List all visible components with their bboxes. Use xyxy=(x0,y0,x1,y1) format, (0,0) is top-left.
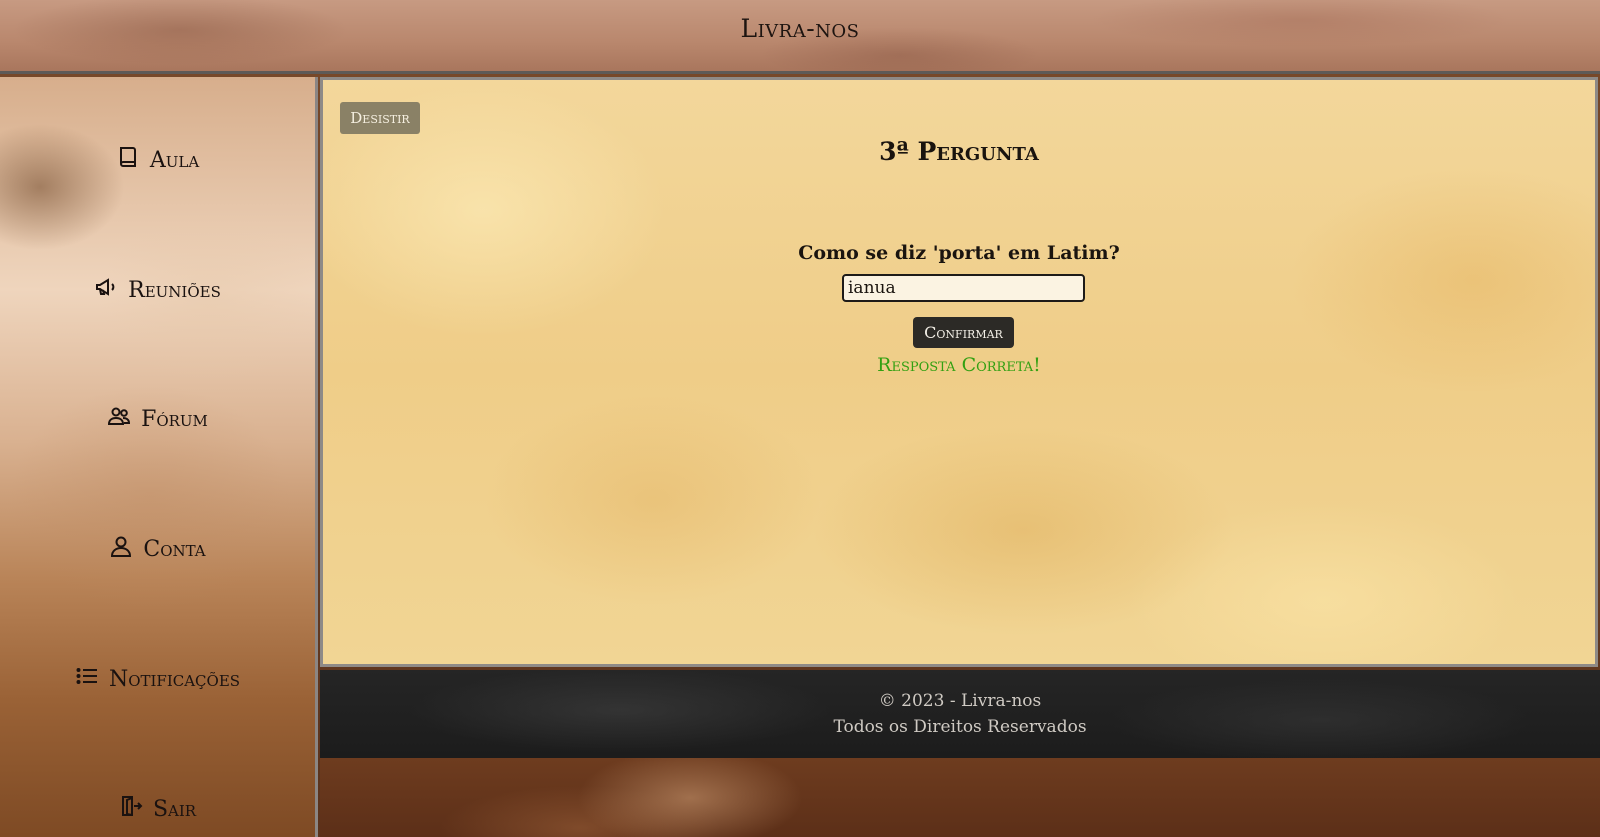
sidebar-item-notificacoes[interactable]: Notificações xyxy=(0,659,315,699)
sidebar-item-forum[interactable]: Fórum xyxy=(0,399,315,439)
quit-button[interactable]: Desistir xyxy=(340,102,420,134)
sidebar-item-conta[interactable]: Conta xyxy=(0,529,315,569)
sidebar-item-label: Fórum xyxy=(141,406,208,432)
sidebar-item-label: Aula xyxy=(149,147,200,173)
answer-input[interactable] xyxy=(842,274,1085,302)
sidebar-item-aula[interactable]: Aula xyxy=(0,140,315,180)
list-icon xyxy=(75,664,99,694)
exit-icon xyxy=(119,794,143,824)
sidebar-item-label: Sair xyxy=(152,796,197,822)
sidebar-item-label: Notificações xyxy=(108,666,241,692)
rights-text: Todos os Direitos Reservados xyxy=(833,717,1087,737)
question-heading: 3ª Pergunta xyxy=(879,137,1039,166)
user-icon xyxy=(109,534,133,564)
site-title: Livra-nos xyxy=(740,14,860,43)
background-strip xyxy=(320,758,1600,837)
sidebar-item-label: Conta xyxy=(143,536,206,562)
book-icon xyxy=(116,145,140,175)
users-icon xyxy=(107,404,131,434)
megaphone-icon xyxy=(94,275,118,305)
question-text: Como se diz 'porta' em Latim? xyxy=(798,242,1120,264)
result-message: Resposta Correta! xyxy=(877,354,1041,376)
confirm-button[interactable]: Confirmar xyxy=(913,317,1014,348)
footer: © 2023 - Livra-nos Todos os Direitos Res… xyxy=(320,670,1600,758)
sidebar-item-reunioes[interactable]: Reuniões xyxy=(0,270,315,310)
header: Livra-nos xyxy=(0,0,1600,74)
copyright-text: © 2023 - Livra-nos xyxy=(878,691,1042,711)
sidebar-item-sair[interactable]: Sair xyxy=(0,789,315,829)
sidebar-item-label: Reuniões xyxy=(128,277,221,303)
sidebar: Aula Reuniões Fórum Conta Notificações S… xyxy=(0,77,318,837)
quiz-panel: Desistir 3ª Pergunta Como se diz 'porta'… xyxy=(320,77,1598,667)
